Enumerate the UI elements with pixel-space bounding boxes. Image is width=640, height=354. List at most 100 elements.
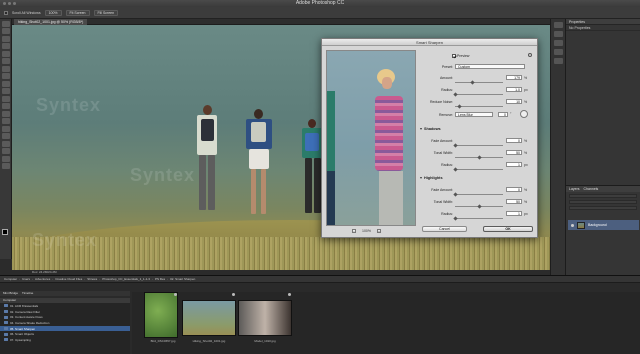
breadcrumb-item[interactable]: Computer [4,277,17,281]
slider-knob[interactable] [452,191,458,197]
breadcrumb-item[interactable]: Creative Cloud Files [55,277,82,281]
degree-unit: ° [510,112,512,116]
gradient-tool-icon[interactable] [2,103,10,109]
quick-select-tool-icon[interactable] [2,43,10,49]
highlights-tonal-slider[interactable] [455,203,503,209]
hand-tool-icon[interactable] [2,155,10,162]
shadows-fade-slider[interactable] [452,142,503,148]
preview-toggle[interactable]: Preview [452,53,469,59]
shadows-radius-slider[interactable] [453,166,503,172]
info-panel-icon[interactable] [553,40,563,46]
reduce-noise-input[interactable]: 10 [506,99,522,104]
thumbnail-card[interactable]: Hiking_Shot02_1001.jpg [182,292,236,346]
lock-row[interactable] [569,206,637,210]
shadows-radius-label: Radius: [441,163,453,167]
slider-knob[interactable] [476,154,482,160]
angle-dial-icon[interactable] [520,110,528,118]
highlights-tonal-label: Tonal Width: [433,200,453,204]
brush-tool-icon[interactable] [2,73,10,79]
crop-tool-icon[interactable] [2,50,10,57]
foreground-color-swatch[interactable] [2,229,8,235]
remove-angle-input[interactable]: 0 [498,112,508,117]
eye-icon[interactable] [571,223,574,227]
zoom-100-button[interactable]: 100% [44,9,62,16]
fit-screen-button[interactable]: Fit Screen [65,9,90,16]
highlights-radius-input[interactable]: 1 [506,211,522,216]
blend-mode-row[interactable] [569,200,637,204]
type-tool-icon[interactable] [2,133,10,139]
slider-knob[interactable] [470,79,475,85]
zoom-out-button[interactable]: − [352,229,356,233]
eraser-tool-icon[interactable] [2,95,10,102]
preset-label: Preset: [441,65,453,69]
smart-sharpen-dialog: Smart Sharpen − 100% + Preview Preset: C… [321,38,538,238]
history-brush-tool-icon[interactable] [2,88,10,94]
paragraph-panel-icon[interactable] [553,49,563,55]
tab-layers[interactable]: Layers [569,186,580,192]
shadows-tonal-input[interactable]: 50 [506,150,522,155]
zoom-in-button[interactable]: + [376,229,381,233]
shadows-tonal-slider[interactable] [455,154,503,160]
layers-panel: Layers Channels Background [565,185,640,275]
breadcrumb-item[interactable]: Photoshop_CC_Essentials_1_1-1-3 [102,277,150,281]
ok-button[interactable]: OK [483,226,533,232]
slider-knob[interactable] [476,203,482,209]
history-panel-icon[interactable] [553,22,563,28]
gear-icon[interactable] [528,53,532,57]
reduce-noise-slider[interactable] [455,103,503,109]
dodge-tool-icon[interactable] [2,118,10,124]
highlights-tonal-input[interactable]: 50 [506,199,522,204]
breadcrumb-item[interactable]: Users [22,277,30,281]
radius-slider[interactable] [453,91,503,97]
pen-tool-icon[interactable] [2,125,10,132]
radius-input[interactable]: 1.0 [506,87,522,92]
breadcrumb-item[interactable]: Adventures [35,277,50,281]
eyedropper-tool-icon[interactable] [2,58,10,64]
character-panel-icon[interactable] [553,58,563,64]
shadows-section-toggle[interactable]: Shadows [420,127,441,131]
tab-timeline[interactable]: Timeline [22,291,33,296]
move-tool-icon[interactable] [2,20,10,27]
highlights-fade-slider[interactable] [452,191,503,197]
preview-zoom-controls: − 100% + [352,229,381,233]
marquee-tool-icon[interactable] [2,28,10,34]
tab-channels[interactable]: Channels [584,186,599,192]
healing-tool-icon[interactable] [2,65,10,72]
breadcrumb-item[interactable]: Shrews [87,277,97,281]
scroll-all-checkbox[interactable] [4,10,8,15]
slider-knob[interactable] [453,91,459,97]
slider-knob[interactable] [453,215,458,221]
highlights-radius-slider[interactable] [453,215,503,221]
breadcrumb-item[interactable]: 02. Smart Sharpen [170,277,195,281]
highlights-section-toggle[interactable]: Highlights [420,176,443,180]
preset-select[interactable]: Custom [455,64,525,69]
blur-tool-icon[interactable] [2,110,10,117]
tab-mini-bridge[interactable]: Mini Bridge [3,291,18,296]
preview-checkbox[interactable] [452,54,456,58]
slider-knob[interactable] [452,142,458,148]
path-select-tool-icon[interactable] [2,140,10,147]
lasso-tool-icon[interactable] [2,35,10,42]
thumbnail-card[interactable]: Model_1010.jpg [238,292,292,346]
cancel-button[interactable]: Cancel [422,226,467,232]
highlights-fade-input[interactable]: 0 [506,187,522,192]
shadows-radius-input[interactable]: 1 [506,162,522,167]
watermark-text: Syntex [130,165,196,185]
clone-stamp-tool-icon[interactable] [2,80,10,87]
window-controls[interactable] [3,2,16,5]
folder-item[interactable]: 07. Upsampling [0,337,130,343]
preview-pane[interactable] [326,50,416,226]
adjustments-panel-icon[interactable] [553,31,563,37]
remove-select[interactable]: Lens Blur [455,112,493,117]
slider-knob[interactable] [457,103,462,109]
fill-screen-button[interactable]: Fill Screen [93,9,119,16]
zoom-tool-icon[interactable] [2,163,10,169]
slider-knob[interactable] [453,166,458,172]
shadows-fade-input[interactable]: 0 [506,138,522,143]
amount-slider[interactable] [455,79,503,85]
shape-tool-icon[interactable] [2,148,10,154]
amount-input[interactable]: 179 [506,75,522,80]
breadcrumb-item[interactable]: PS files [155,277,165,281]
layer-filter-row[interactable] [569,194,637,198]
layer-row-background[interactable]: Background [568,220,639,230]
